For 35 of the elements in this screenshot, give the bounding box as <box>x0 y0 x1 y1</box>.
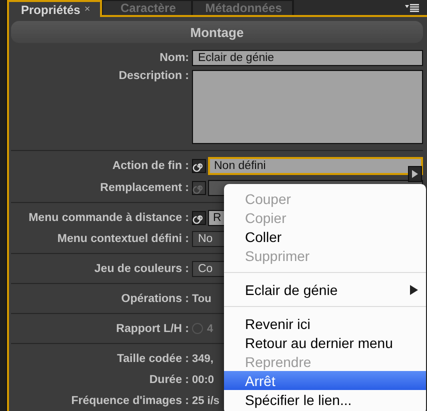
menu-item[interactable]: Revenir ici <box>224 314 426 333</box>
value-text: 00:0 <box>192 374 214 386</box>
description-field[interactable] <box>192 70 423 144</box>
arrow-button[interactable] <box>408 166 422 182</box>
section-title: Montage <box>190 24 244 40</box>
value-text: Tou <box>192 292 212 304</box>
tab[interactable]: Propriétés × <box>7 0 102 17</box>
submenu-arrow-icon <box>410 284 418 294</box>
field-label: Opérations : <box>120 292 189 304</box>
value-text: 349, <box>192 352 214 364</box>
field-label: Nom: <box>158 52 189 64</box>
close-icon[interactable]: × <box>84 4 90 15</box>
spiral-icon[interactable] <box>192 159 206 173</box>
field-label: Rapport L/H : <box>115 322 189 334</box>
field-label: Durée : <box>148 374 189 386</box>
radio-button[interactable] <box>192 323 203 334</box>
field-label: Description : <box>118 70 189 82</box>
field-label: Taille codée : <box>116 352 189 364</box>
name-field[interactable]: Eclair de génie <box>192 50 423 66</box>
link-field[interactable]: Non défini <box>208 157 423 175</box>
menu-item[interactable]: Arrêt <box>224 371 426 390</box>
field-label: Action de fin : <box>111 160 189 172</box>
menu-item[interactable]: Retour au dernier menu <box>224 333 426 352</box>
menu-item[interactable]: Eclair de génie <box>224 280 426 299</box>
radio-label: 4 <box>207 322 214 334</box>
field-label: Remplacement : <box>99 182 189 194</box>
field-label: Menu contextuel défini : <box>56 232 189 244</box>
field-label: Fréquence d'images : <box>70 394 189 406</box>
spiral-icon[interactable] <box>192 210 206 224</box>
field-label: Jeu de couleurs : <box>93 262 189 274</box>
value-text: 25 i/s <box>192 394 220 406</box>
menu-item[interactable]: Spécifier le lien... <box>224 390 426 409</box>
menu-item[interactable]: Coller <box>224 227 426 246</box>
panel-menu-icon[interactable] <box>405 4 419 12</box>
field-label: Menu commande à distance : <box>28 212 189 224</box>
